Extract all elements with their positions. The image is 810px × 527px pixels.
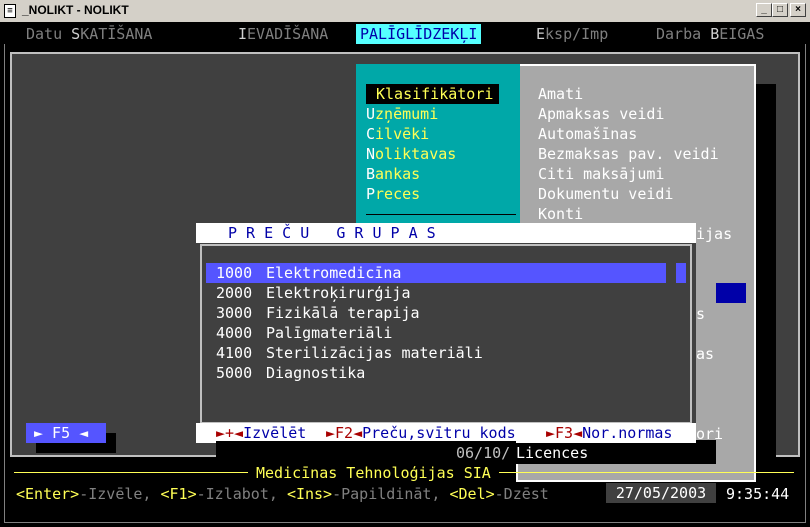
app-icon[interactable]: ≡ <box>4 4 16 18</box>
submenu-separator <box>366 214 516 215</box>
table-row[interactable]: 3000 Fizikālā terapija <box>206 303 666 323</box>
table-row[interactable]: 4000 Palīgmateriāli <box>206 323 666 343</box>
submenu-item-licences[interactable]: Licences <box>516 443 588 463</box>
obscured-item-fragment-1: ijas <box>696 225 733 243</box>
minimize-button[interactable]: _ <box>756 3 772 17</box>
menu-skatisana[interactable]: Datu SKATĪŠANA <box>26 24 152 44</box>
submenu-item-automasinas[interactable]: Automašīnas <box>538 124 637 144</box>
submenu-item-konti[interactable]: Konti <box>538 204 583 224</box>
obscured-item-fragment-2: s <box>696 305 706 323</box>
submenu-item-apmaksas-veidi[interactable]: Apmaksas veidi <box>538 104 664 124</box>
clock: 9:35:44 <box>726 485 790 503</box>
table-row[interactable]: 4100 Sterilizācijas materiāli <box>206 343 666 363</box>
hidden-selection-bar <box>716 283 746 303</box>
f3-key-hint[interactable]: ►F3◄Nor.normas <box>546 423 672 443</box>
f5-button[interactable]: ► F5 ◄ <box>26 423 106 443</box>
submenu-item-preces[interactable]: Preces <box>366 184 420 204</box>
company-name: Medicīnas Tehnoloģijas SIA <box>248 463 499 483</box>
close-button[interactable]: × <box>790 3 806 17</box>
submenu-item-citi-maksajumi[interactable]: Citi maksājumi <box>538 164 664 184</box>
maximize-button[interactable]: □ <box>772 3 788 17</box>
menu-bar: Datu SKATĪŠANA IEVADĪŠANA PALĪGLĪDZEKĻI … <box>4 22 806 44</box>
submenu-item-bankas[interactable]: Bankas <box>366 164 420 184</box>
submenu-item-cilveki[interactable]: Cilvēki <box>366 124 429 144</box>
menu-eksp-imp[interactable]: Eksp/Imp <box>536 24 608 44</box>
menu-ievadisana[interactable]: IEVADĪŠANA <box>238 24 328 44</box>
submenu-item-amati[interactable]: Amati <box>538 84 583 104</box>
submenu-item-bezmaksas[interactable]: Bezmaksas pav. veidi <box>538 144 719 164</box>
table-row[interactable]: 1000 Elektromedicīna <box>206 263 666 283</box>
key-hints: <Enter>-Izvēle, <F1>-Izlabot, <Ins>-Papi… <box>16 485 549 503</box>
submenu-item-noliktavas[interactable]: Noliktavas <box>366 144 456 164</box>
menu-darba-beigas[interactable]: Darba BEIGAS <box>656 24 764 44</box>
submenu-item-klasifikatori[interactable]: Klasifikātori <box>366 84 500 104</box>
f2-key-hint[interactable]: ►F2◄Preču,svītru kods <box>326 423 516 443</box>
table-row[interactable]: 5000 Diagnostika <box>206 363 666 383</box>
selection-scroll-stub <box>676 263 686 283</box>
dialog-title: P R E Č U G R U P A S <box>228 224 436 242</box>
menu-paligliidzekli[interactable]: PALĪGLĪDZEKĻI <box>356 24 482 44</box>
obscured-item-fragment-3: as <box>696 345 715 363</box>
select-key-hint[interactable]: ►+◄Izvēlēt <box>216 423 306 443</box>
tools-submenu: Klasifikātori Uzņēmumi Cilvēki Noliktava… <box>356 64 520 234</box>
submenu-item-uznemumi[interactable]: Uzņēmumi <box>366 104 438 124</box>
partial-date: 06/10/ <box>456 444 511 462</box>
submenu-item-dokumentu-veidi[interactable]: Dokumentu veidi <box>538 184 673 204</box>
table-row[interactable]: 2000 Elektroķirurģija <box>206 283 666 303</box>
title-bar: ≡ _NOLIKT - NOLIKT _ □ × <box>0 0 810 22</box>
window-title: _NOLIKT - NOLIKT <box>22 3 129 17</box>
current-date: 27/05/2003 <box>606 483 716 503</box>
